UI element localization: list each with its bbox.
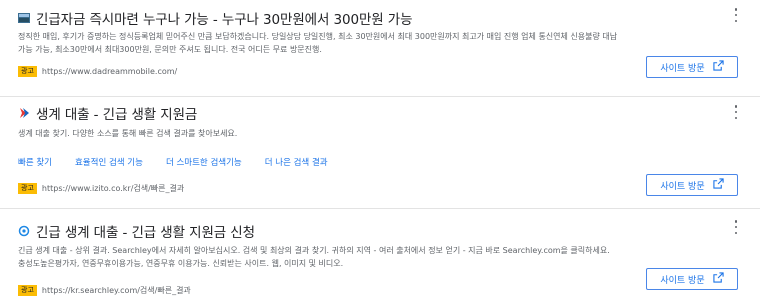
ad-url-row: 광고 https://www.izito.co.kr/검색/빠른_결과 bbox=[18, 183, 184, 194]
ad-description: 정직한 매입, 후기가 증명하는 정식등록업체 믿어주신 만큼 보답하겠습니다.… bbox=[18, 32, 618, 54]
ad-description: 생계 대출 찾기. 다양한 소스를 통해 빠른 검색 결과를 찾아보세요. bbox=[18, 129, 238, 138]
visit-site-button[interactable]: 사이트 방문 bbox=[646, 56, 738, 78]
sitelink[interactable]: 빠른 찾기 bbox=[18, 156, 52, 168]
ad-badge: 광고 bbox=[18, 285, 37, 296]
external-link-icon bbox=[712, 272, 724, 286]
sitelinks: 빠른 찾기 효율적인 검색 기능 더 스마트한 검색기능 더 나은 검색 결과 bbox=[18, 156, 351, 168]
ad-result-2: 생계 대출 - 긴급 생활 지원금 생계 대출 찾기. 다양한 소스를 통해 빠… bbox=[0, 97, 760, 209]
dadream-favicon-icon bbox=[18, 12, 30, 24]
sitelink[interactable]: 더 스마트한 검색기능 bbox=[166, 156, 242, 168]
searchley-favicon-icon bbox=[18, 225, 30, 237]
more-options-icon[interactable] bbox=[732, 220, 740, 234]
ad-badge: 광고 bbox=[18, 66, 37, 77]
visit-site-label: 사이트 방문 bbox=[660, 181, 705, 192]
ad-badge: 광고 bbox=[18, 183, 37, 194]
more-options-icon[interactable] bbox=[732, 8, 740, 22]
ad-url-row: 광고 https://www.dadreammobile.com/ bbox=[18, 66, 177, 77]
ad-url-row: 광고 https://kr.searchley.com/검색/빠른_결과 bbox=[18, 285, 191, 296]
more-options-icon[interactable] bbox=[732, 105, 740, 119]
external-link-icon bbox=[712, 178, 724, 192]
ad-title[interactable]: 생계 대출 - 긴급 생활 지원금 bbox=[36, 103, 197, 123]
external-link-icon bbox=[712, 60, 724, 74]
ad-title-row[interactable]: 긴급자금 즉시마련 누구나 가능 - 누구나 30만원에서 300만원 가능 bbox=[18, 8, 413, 28]
ad-url[interactable]: https://kr.searchley.com/검색/빠른_결과 bbox=[42, 285, 191, 296]
ad-result-3: 긴급 생계 대출 - 긴급 생활 지원금 신청 긴급 생계 대출 - 상위 결과… bbox=[0, 209, 760, 305]
ad-title[interactable]: 긴급자금 즉시마련 누구나 가능 - 누구나 30만원에서 300만원 가능 bbox=[36, 8, 413, 28]
sitelink[interactable]: 더 나은 검색 결과 bbox=[265, 156, 328, 168]
ad-title-row[interactable]: 긴급 생계 대출 - 긴급 생활 지원금 신청 bbox=[18, 221, 255, 241]
ad-title-row[interactable]: 생계 대출 - 긴급 생활 지원금 bbox=[18, 103, 197, 123]
ad-url[interactable]: https://www.dadreammobile.com/ bbox=[42, 67, 177, 76]
ad-description: 긴급 생계 대출 - 상위 결과. Searchley에서 자세히 알아보십시오… bbox=[18, 246, 610, 268]
ad-url[interactable]: https://www.izito.co.kr/검색/빠른_결과 bbox=[42, 183, 184, 194]
izito-favicon-icon bbox=[18, 107, 30, 119]
visit-site-label: 사이트 방문 bbox=[660, 275, 705, 286]
sitelink[interactable]: 효율적인 검색 기능 bbox=[75, 156, 143, 168]
visit-site-label: 사이트 방문 bbox=[660, 63, 705, 74]
visit-site-button[interactable]: 사이트 방문 bbox=[646, 268, 738, 290]
ad-result-1: 긴급자금 즉시마련 누구나 가능 - 누구나 30만원에서 300만원 가능 정… bbox=[0, 0, 760, 97]
visit-site-button[interactable]: 사이트 방문 bbox=[646, 174, 738, 196]
ad-title[interactable]: 긴급 생계 대출 - 긴급 생활 지원금 신청 bbox=[36, 221, 255, 241]
